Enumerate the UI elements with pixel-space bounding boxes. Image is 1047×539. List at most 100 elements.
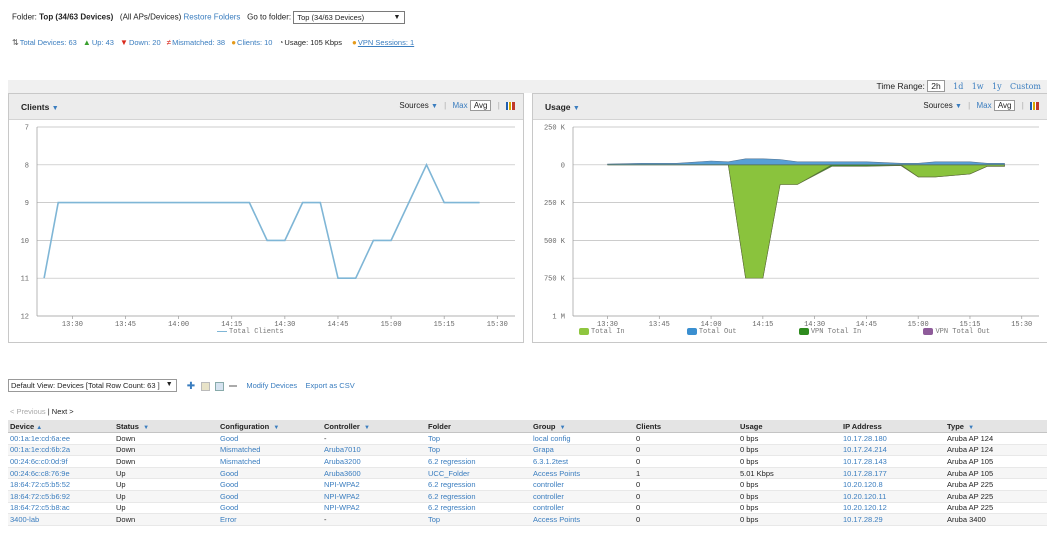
table-cell[interactable]: Good (218, 478, 322, 491)
table-cell[interactable]: 10.17.28.177 (841, 467, 945, 480)
table-cell[interactable]: Grapa (531, 444, 634, 457)
table-cell[interactable]: 6.2 regression (426, 455, 531, 468)
col-group[interactable]: Group ▼ (531, 420, 634, 433)
table-cell[interactable]: Top (426, 513, 531, 526)
col-usage[interactable]: Usage (738, 420, 841, 433)
table-cell[interactable]: 10.17.28.143 (841, 455, 945, 468)
table-cell[interactable]: Error (218, 513, 322, 526)
table-cell[interactable]: Good (218, 432, 322, 445)
table-cell[interactable]: UCC_Folder (426, 467, 531, 480)
table-cell[interactable]: Access Points (531, 513, 634, 526)
time-range-1w[interactable]: 1w (972, 82, 984, 91)
bar-chart-icon[interactable] (506, 101, 515, 110)
table-cell[interactable]: Mismatched (218, 455, 322, 468)
table-cell[interactable]: Top (426, 432, 531, 445)
clients-title[interactable]: Clients ▼ (21, 102, 59, 112)
table-row[interactable]: 00:24:6c:c8:76:9e Up Good Aruba3600 UCC_Fold… (8, 467, 1047, 480)
clients-sources-dropdown[interactable]: Sources ▼ (399, 101, 438, 110)
filter-icon[interactable]: ▼ (273, 425, 279, 431)
usage-title[interactable]: Usage ▼ (545, 102, 580, 112)
table-cell[interactable]: 10.17.28.180 (841, 432, 945, 445)
previous-page-link[interactable]: < Previous (10, 407, 46, 416)
mismatched-stat[interactable]: ≠Mismatched: 38 (167, 38, 225, 47)
table-cell[interactable]: NPI-WPA2 (322, 502, 426, 515)
table-cell[interactable]: controller (531, 490, 634, 503)
legend-item-vpn-total-out[interactable]: VPN Total Out (923, 328, 990, 336)
col-controller[interactable]: Controller ▼ (322, 420, 426, 433)
table-cell[interactable]: Aruba3200 (322, 455, 426, 468)
table-cell[interactable]: 00:1a:1e:cd:6b:2a (8, 444, 114, 457)
filter-icon[interactable]: ▼ (364, 425, 370, 431)
table-row[interactable]: 00:1a:1e:cd:6a:ee Down Good - Top local confi… (8, 432, 1047, 445)
goto-folder-select[interactable]: Top (34/63 Devices) ▼ (293, 11, 406, 24)
table-row[interactable]: 3400-lab Down Error - Top Access Points 0 0 bps… (8, 513, 1047, 526)
table-cell[interactable]: 6.2 regression (426, 490, 531, 503)
table-cell[interactable]: 00:24:6c:c8:76:9e (8, 467, 114, 480)
table-cell[interactable]: Good (218, 490, 322, 503)
clients-stat[interactable]: ●Clients: 10 (231, 38, 272, 47)
total-devices-stat[interactable]: ⇅Total Devices: 63 (12, 38, 77, 47)
table-cell[interactable]: 18:64:72:c5:b6:92 (8, 490, 114, 503)
table-cell[interactable]: 3400-lab (8, 513, 114, 526)
time-range-custom[interactable]: Custom (1010, 82, 1041, 91)
time-range-1d[interactable]: 1d (953, 82, 963, 91)
col-clients[interactable]: Clients (634, 420, 738, 433)
time-range-1y[interactable]: 1y (992, 82, 1002, 91)
table-cell[interactable]: 00:24:6c:c0:0d:9f (8, 455, 114, 468)
export-csv-link[interactable]: Export as CSV (306, 381, 355, 390)
usage-avg-toggle[interactable]: Avg (993, 100, 1016, 111)
legend-item-total-out[interactable]: Total Out (686, 328, 737, 336)
col-type[interactable]: Type ▼ (945, 420, 1047, 433)
table-cell[interactable]: Access Points (531, 467, 634, 480)
table-cell[interactable]: Mismatched (218, 444, 322, 457)
vpn-sessions-stat[interactable]: ●VPN Sessions: 1 (352, 38, 414, 47)
col-configuration[interactable]: Configuration ▼ (218, 420, 322, 433)
table-cell[interactable]: 6.2 regression (426, 502, 531, 515)
filter-icon[interactable]: ▼ (560, 425, 566, 431)
col-folder[interactable]: Folder (426, 420, 531, 433)
filter-icon[interactable]: ▼ (968, 425, 974, 431)
table-cell[interactable]: 6.2 regression (426, 478, 531, 491)
table-cell[interactable]: 10.17.24.214 (841, 444, 945, 457)
table-cell[interactable]: NPI-WPA2 (322, 478, 426, 491)
table-cell[interactable]: Top (426, 444, 531, 457)
add-icon[interactable]: ✚ (187, 381, 196, 391)
table-cell[interactable]: 18:64:72:c5:b5:52 (8, 478, 114, 491)
clients-avg-toggle[interactable]: Avg (469, 100, 492, 111)
table-cell[interactable]: 10.20.120.12 (841, 502, 945, 515)
remove-icon[interactable] (229, 385, 238, 388)
view-select[interactable]: Default View: Devices [Total Row Count: … (8, 379, 177, 392)
edit-icon[interactable] (200, 381, 210, 391)
time-range-selected[interactable]: 2h (927, 80, 945, 92)
table-cell[interactable]: Good (218, 467, 322, 480)
legend-item-total-in[interactable]: Total In (579, 328, 625, 336)
table-row[interactable]: 00:1a:1e:cd:6b:2a Down Mismatched Aruba7010… (8, 444, 1047, 457)
up-stat[interactable]: ▲Up: 43 (83, 38, 114, 47)
table-cell[interactable]: 10.17.28.29 (841, 513, 945, 526)
usage-sources-dropdown[interactable]: Sources ▼ (923, 101, 962, 110)
table-cell[interactable]: NPI-WPA2 (322, 490, 426, 503)
table-cell[interactable]: Good (218, 502, 322, 515)
col-device[interactable]: Device ▲ (8, 420, 114, 433)
table-cell[interactable]: Aruba7010 (322, 444, 426, 457)
table-row[interactable]: 00:24:6c:c0:0d:9f Down Mismatched Aruba3200… (8, 455, 1047, 468)
legend-item-vpn-total-in[interactable]: VPN Total In (798, 328, 861, 336)
bar-chart-icon[interactable] (1030, 101, 1039, 110)
copy-icon[interactable] (214, 381, 224, 391)
col-status[interactable]: Status ▼ (114, 420, 218, 433)
table-cell[interactable]: controller (531, 502, 634, 515)
table-cell[interactable]: 10.20.120.11 (841, 490, 945, 503)
table-cell[interactable]: local config (531, 432, 634, 445)
col-ip-address[interactable]: IP Address (841, 420, 945, 433)
table-cell[interactable]: Aruba3600 (322, 467, 426, 480)
table-cell[interactable]: 00:1a:1e:cd:6a:ee (8, 432, 114, 445)
table-cell[interactable]: 10.20.120.8 (841, 478, 945, 491)
table-row[interactable]: 18:64:72:c5:b8:ac Up Good NPI-WPA2 6.2 regre… (8, 502, 1047, 515)
down-stat[interactable]: ▼Down: 20 (120, 38, 161, 47)
restore-folders-link[interactable]: Restore Folders (184, 13, 241, 22)
table-cell[interactable]: 18:64:72:c5:b8:ac (8, 502, 114, 515)
table-cell[interactable]: 6.3.1.2test (531, 455, 634, 468)
clients-max-toggle[interactable]: Max (452, 101, 467, 110)
usage-max-toggle[interactable]: Max (976, 101, 991, 110)
modify-devices-link[interactable]: Modify Devices (246, 381, 297, 390)
